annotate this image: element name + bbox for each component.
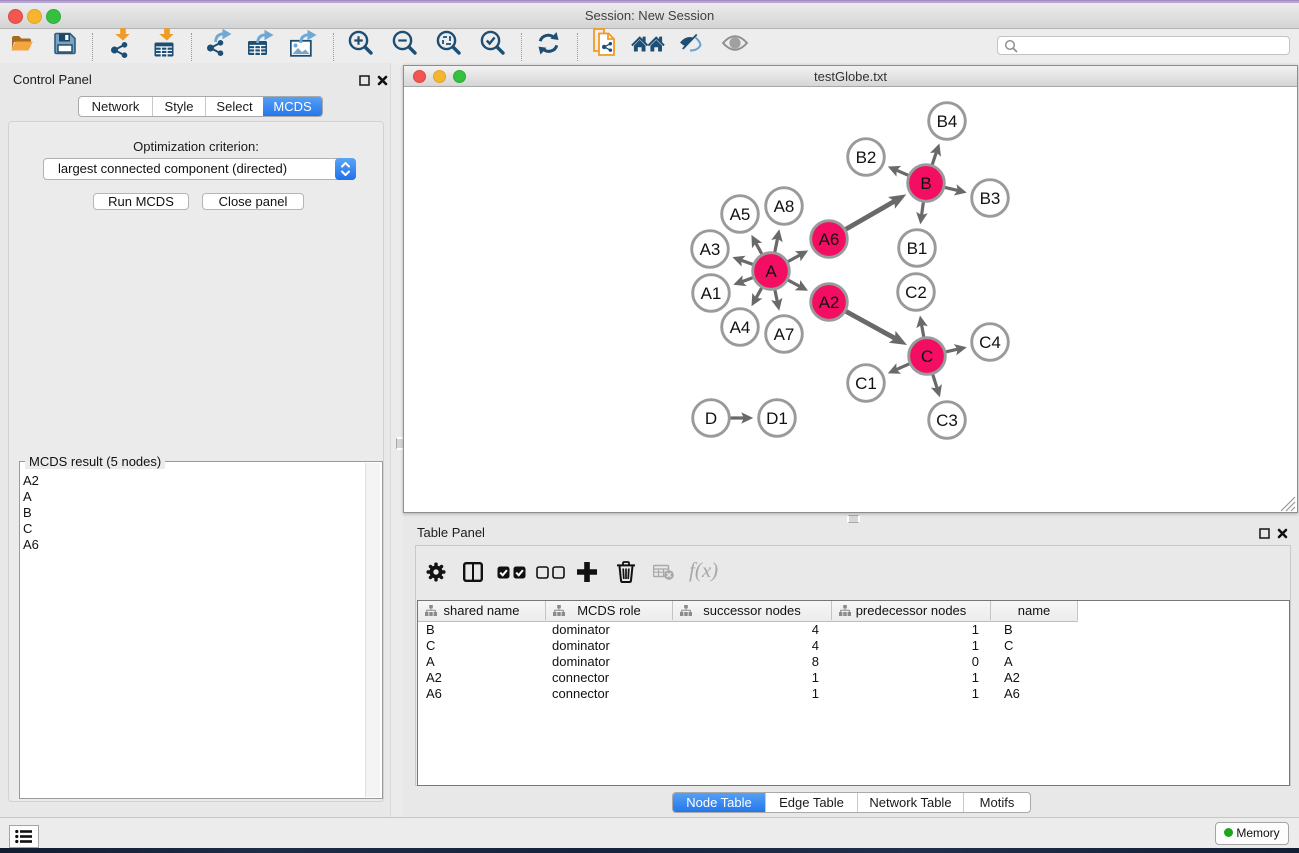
svg-text:A6: A6 [819,230,840,249]
svg-text:A8: A8 [774,197,795,216]
svg-text:D1: D1 [766,409,788,428]
svg-text:C2: C2 [905,283,927,302]
svg-text:A5: A5 [730,205,751,224]
svg-text:B2: B2 [856,148,877,167]
svg-text:A4: A4 [730,318,751,337]
svg-text:B: B [920,174,931,193]
svg-text:A: A [765,262,777,281]
svg-text:A7: A7 [774,325,795,344]
svg-text:A3: A3 [700,240,721,259]
svg-text:D: D [705,409,717,428]
svg-text:B1: B1 [907,239,928,258]
svg-text:C4: C4 [979,333,1001,352]
svg-text:C: C [921,347,933,366]
svg-text:B4: B4 [937,112,958,131]
svg-text:C1: C1 [855,374,877,393]
svg-text:A1: A1 [701,284,722,303]
svg-text:C3: C3 [936,411,958,430]
svg-text:A2: A2 [819,293,840,312]
svg-text:B3: B3 [980,189,1001,208]
